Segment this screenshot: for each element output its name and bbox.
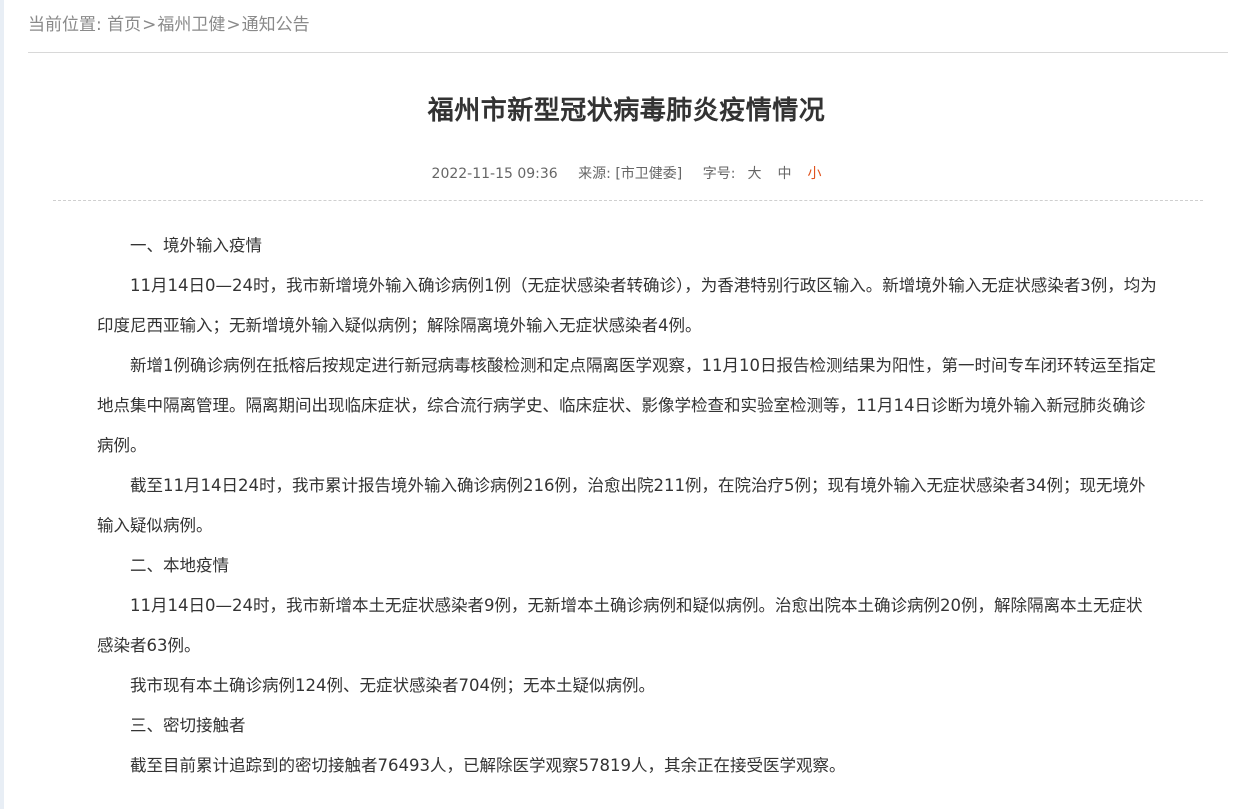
article-paragraph: 新增1例确诊病例在抵榕后按规定进行新冠病毒核酸检测和定点隔离医学观察，11月10… <box>97 356 1156 455</box>
font-size-label: 字号: <box>702 166 736 182</box>
article-paragraph: 我市现有本土确诊病例124例、无症状感染者704例；无本土疑似病例。 <box>130 676 655 695</box>
section-heading-local: 二、本地疫情 <box>130 556 229 575</box>
section-heading-close-contacts: 三、密切接触者 <box>130 716 246 735</box>
font-size-small-button[interactable]: 小 <box>807 166 821 182</box>
breadcrumb-separator: > <box>142 15 157 35</box>
breadcrumb: 当前位置: 首页>福州卫健>通知公告 <box>28 10 310 35</box>
font-size-medium-button[interactable]: 中 <box>777 166 791 182</box>
publish-date: 2022-11-15 09:36 <box>431 166 558 182</box>
header-divider <box>28 52 1228 53</box>
meta-divider <box>53 200 1203 201</box>
article-body: 一、境外输入疫情 11月14日0—24时，我市新增境外输入确诊病例1例（无症状感… <box>97 226 1157 786</box>
breadcrumb-item-notices[interactable]: 通知公告 <box>242 15 310 35</box>
article-paragraph: 11月14日0—24时，我市新增境外输入确诊病例1例（无症状感染者转确诊），为香… <box>97 276 1157 335</box>
breadcrumb-prefix: 当前位置: <box>28 15 102 35</box>
breadcrumb-item-fuzhou-health[interactable]: 福州卫健 <box>157 15 225 35</box>
article-paragraph: 截至目前累计追踪到的密切接触者76493人，已解除医学观察57819人，其余正在… <box>130 756 846 775</box>
breadcrumb-separator: > <box>226 15 241 35</box>
article-meta: 2022-11-15 09:36 来源: [市卫健委] 字号: 大中小 <box>0 163 1253 183</box>
article-paragraph: 截至11月14日24时，我市累计报告境外输入确诊病例216例，治愈出院211例，… <box>97 476 1146 535</box>
article-source: 来源: [市卫健委] <box>578 166 683 182</box>
section-heading-imported: 一、境外输入疫情 <box>130 236 262 255</box>
article-title: 福州市新型冠状病毒肺炎疫情情况 <box>427 96 826 126</box>
font-size-large-button[interactable]: 大 <box>747 166 761 182</box>
article-paragraph: 11月14日0—24时，我市新增本土无症状感染者9例，无新增本土确诊病例和疑似病… <box>97 596 1143 655</box>
breadcrumb-item-home[interactable]: 首页 <box>107 15 141 35</box>
page: 当前位置: 首页>福州卫健>通知公告 福州市新型冠状病毒肺炎疫情情况 2022-… <box>0 0 1253 809</box>
